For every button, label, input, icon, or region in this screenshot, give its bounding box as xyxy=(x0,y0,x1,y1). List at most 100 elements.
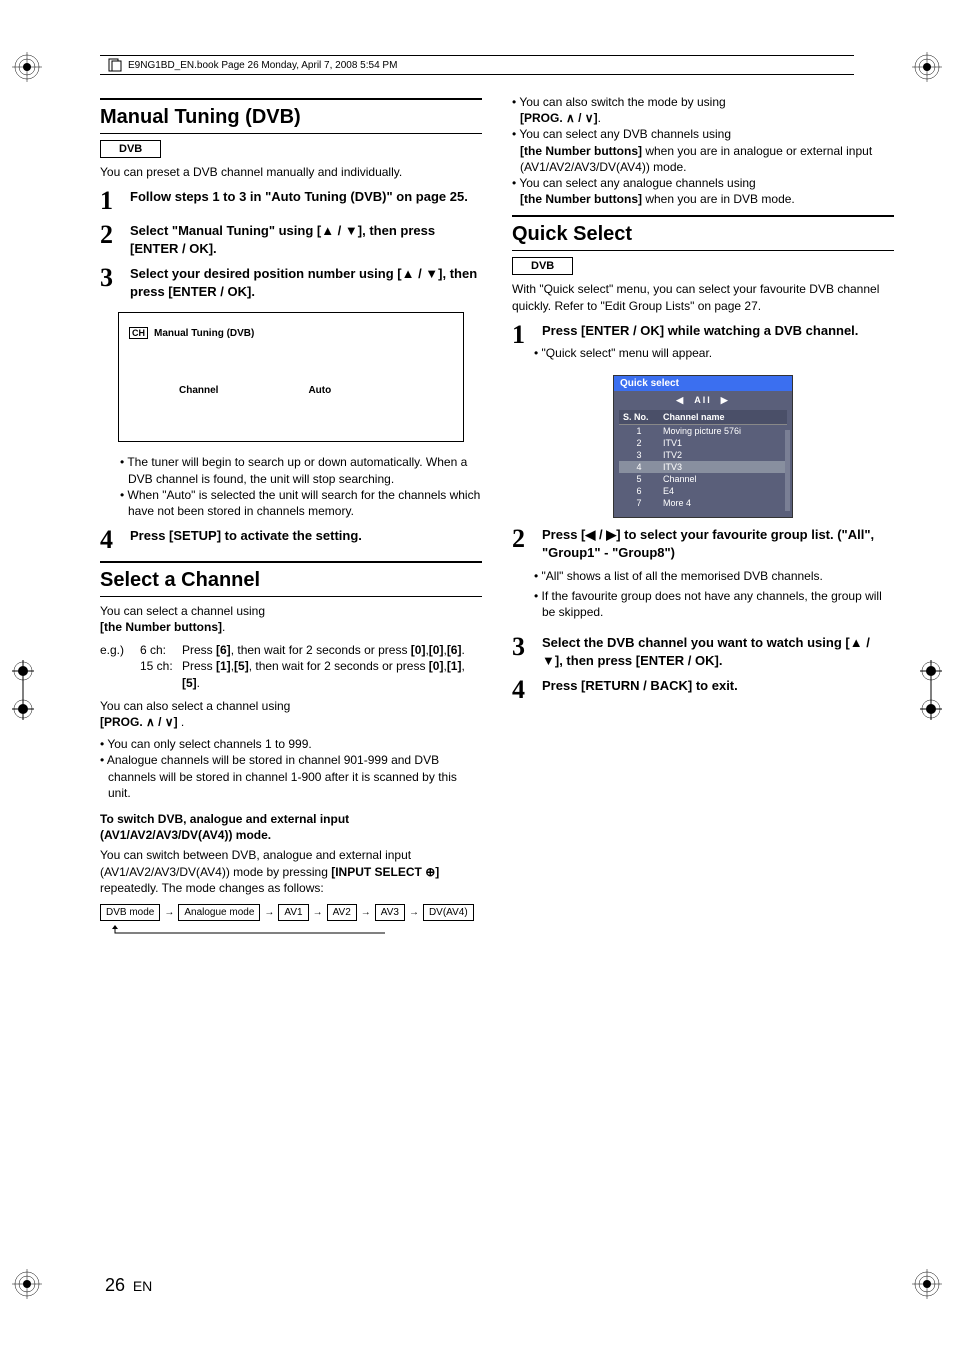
qs-cell-sno: 7 xyxy=(619,497,659,509)
qs-cell-sno: 1 xyxy=(619,425,659,437)
bullet-text: You can also switch the mode by using [P… xyxy=(520,94,894,126)
arrow-right-icon: → xyxy=(409,907,419,918)
qs-cell-sno: 2 xyxy=(619,437,659,449)
qs-table-row: 5Channel xyxy=(619,473,787,485)
bullet-text: You can select any analogue channels usi… xyxy=(520,175,894,207)
qs-table-row: 4ITV3 xyxy=(619,461,787,473)
qs-cell-name: More 4 xyxy=(659,497,787,509)
example-block: e.g.) 6 ch: Press [6], then wait for 2 s… xyxy=(100,642,482,692)
arrow-right-icon: → xyxy=(313,907,323,918)
qs-panel-title: Quick select xyxy=(614,376,792,391)
step-number: 2 xyxy=(100,222,122,257)
qs-cell-sno: 5 xyxy=(619,473,659,485)
qs-table-row: 2ITV1 xyxy=(619,437,787,449)
quick-select-panel: Quick select ◀ All ▶ S. No. Channel name… xyxy=(613,375,793,518)
qs-tab-row: ◀ All ▶ xyxy=(614,391,792,410)
step-2: 2 Press [◀ / ▶] to select your favourite… xyxy=(512,526,894,626)
qs-cell-name: ITV2 xyxy=(659,449,787,461)
arrow-right-icon: → xyxy=(361,907,371,918)
qs-cell-name: Channel xyxy=(659,473,787,485)
qs-cell-sno: 4 xyxy=(619,461,659,473)
step-sub: If the favourite group does not have any… xyxy=(542,588,894,620)
body-text: You can switch between DVB, analogue and… xyxy=(100,847,482,896)
left-column: Manual Tuning (DVB) DVB You can preset a… xyxy=(100,90,482,937)
step-3: 3 Select the DVB channel you want to wat… xyxy=(512,634,894,669)
step-text: Select "Manual Tuning" using [▲ / ▼], th… xyxy=(130,222,482,257)
bullet-text: Analogue channels will be stored in chan… xyxy=(108,752,482,801)
qs-cell-sno: 3 xyxy=(619,449,659,461)
qs-table-row: 1Moving picture 576i xyxy=(619,425,787,437)
triangle-left-icon: ◀ xyxy=(676,395,685,405)
qs-col-sno: S. No. xyxy=(619,410,659,424)
arrow-right-icon: → xyxy=(164,907,174,918)
step-text: Press [ENTER / OK] while watching a DVB … xyxy=(542,322,894,340)
panel-col-auto: Auto xyxy=(308,385,331,396)
qs-cell-name: Moving picture 576i xyxy=(659,425,787,437)
step-number: 4 xyxy=(100,527,122,553)
step-number: 3 xyxy=(100,265,122,300)
step-number: 1 xyxy=(512,322,534,368)
flow-dv-av4: DV(AV4) xyxy=(423,904,474,921)
dvb-badge: DVB xyxy=(100,140,161,158)
eg-label: e.g.) xyxy=(100,642,140,659)
qs-tab-label: All xyxy=(694,395,712,405)
step-number: 4 xyxy=(512,677,534,703)
qs-table-row: 3ITV2 xyxy=(619,449,787,461)
step-1: 1 Follow steps 1 to 3 in "Auto Tuning (D… xyxy=(100,188,482,214)
step-1: 1 Press [ENTER / OK] while watching a DV… xyxy=(512,322,894,368)
eg-channel: 6 ch: xyxy=(140,642,182,659)
intro-text: You can preset a DVB channel manually an… xyxy=(100,164,482,180)
step-text: Select your desired position number usin… xyxy=(130,265,482,300)
step-text: Press [RETURN / BACK] to exit. xyxy=(542,677,894,703)
qs-col-name: Channel name xyxy=(659,410,787,424)
flow-dvb-mode: DVB mode xyxy=(100,904,160,921)
section-title-quick-select: Quick Select xyxy=(512,215,894,251)
step-4: 4 Press [SETUP] to activate the setting. xyxy=(100,527,482,553)
step-text: Follow steps 1 to 3 in "Auto Tuning (DVB… xyxy=(130,188,482,214)
eg-text: Press [1],[5], then wait for 2 seconds o… xyxy=(182,658,482,692)
panel-col-channel: Channel xyxy=(179,385,218,396)
intro-text: With "Quick select" menu, you can select… xyxy=(512,281,894,313)
flow-analogue-mode: Analogue mode xyxy=(178,904,260,921)
qs-table-header: S. No. Channel name xyxy=(619,410,787,425)
step-4: 4 Press [RETURN / BACK] to exit. xyxy=(512,677,894,703)
section-title-manual-tuning: Manual Tuning (DVB) xyxy=(100,98,482,134)
step-number: 1 xyxy=(100,188,122,214)
step-text: Select the DVB channel you want to watch… xyxy=(542,634,894,669)
right-column: You can also switch the mode by using [P… xyxy=(512,90,894,937)
bullet-text: You can select any DVB channels using [t… xyxy=(520,126,894,175)
triangle-right-icon: ▶ xyxy=(721,395,730,405)
step-text: Press [◀ / ▶] to select your favourite g… xyxy=(542,526,894,561)
step-sub: "All" shows a list of all the memorised … xyxy=(542,568,894,584)
scrollbar[interactable] xyxy=(785,430,790,511)
subhead: To switch DVB, analogue and external inp… xyxy=(100,811,482,843)
body-text: You can also select a channel using[PROG… xyxy=(100,698,482,730)
page-number: 26 EN xyxy=(105,1275,152,1296)
bullet-text: When "Auto" is selected the unit will se… xyxy=(128,487,482,519)
step-number: 3 xyxy=(512,634,534,669)
step-3: 3 Select your desired position number us… xyxy=(100,265,482,300)
step-sub: "Quick select" menu will appear. xyxy=(542,345,894,361)
flow-return-arrow xyxy=(100,925,482,937)
eg-channel: 15 ch: xyxy=(140,658,182,692)
dvb-badge: DVB xyxy=(512,257,573,275)
mode-flow-diagram: DVB mode → Analogue mode → AV1 → AV2 → A… xyxy=(100,904,482,921)
step-number: 2 xyxy=(512,526,534,626)
panel-title: Manual Tuning (DVB) xyxy=(154,328,254,339)
qs-cell-name: ITV3 xyxy=(659,461,787,473)
qs-cell-name: E4 xyxy=(659,485,787,497)
flow-av2: AV2 xyxy=(327,904,357,921)
qs-table-row: 6E4 xyxy=(619,485,787,497)
flow-av1: AV1 xyxy=(278,904,308,921)
flow-av3: AV3 xyxy=(375,904,405,921)
qs-table-row: 7More 4 xyxy=(619,497,787,509)
arrow-right-icon: → xyxy=(264,907,274,918)
body-text: You can select a channel using[the Numbe… xyxy=(100,603,482,635)
section-title-select-channel: Select a Channel xyxy=(100,561,482,597)
manual-tuning-panel: CH Manual Tuning (DVB) Channel Auto xyxy=(118,312,464,442)
qs-cell-sno: 6 xyxy=(619,485,659,497)
qs-cell-name: ITV1 xyxy=(659,437,787,449)
step-2: 2 Select "Manual Tuning" using [▲ / ▼], … xyxy=(100,222,482,257)
bullet-text: The tuner will begin to search up or dow… xyxy=(128,454,482,486)
ch-icon: CH xyxy=(129,327,148,339)
